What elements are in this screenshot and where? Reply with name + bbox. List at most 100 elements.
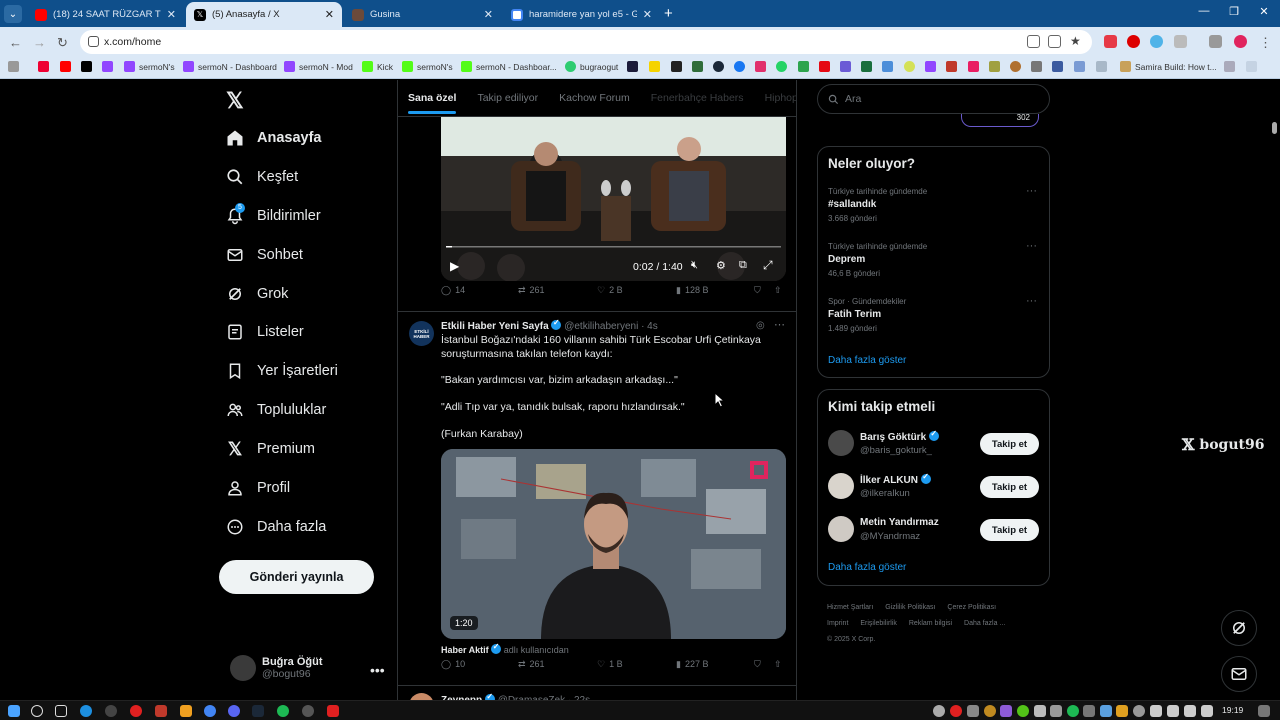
browser-tab-youtube[interactable]: (18) 24 SAAT RÜZGAR TÜRBİNİ ✕ — [27, 2, 184, 27]
chrome-icon[interactable] — [204, 705, 216, 717]
via-attribution[interactable]: Haber Aktif adlı kullanıcıdan — [441, 642, 569, 655]
discord-icon[interactable] — [228, 705, 240, 717]
close-tab-icon[interactable]: ✕ — [167, 8, 176, 21]
avatar[interactable] — [828, 473, 854, 499]
spotify-tray-icon[interactable] — [1067, 705, 1079, 717]
apps-icon[interactable] — [8, 61, 23, 72]
grok-icon[interactable]: ◎ — [756, 320, 765, 331]
show-more-trends-link[interactable]: Daha fazla göster — [828, 355, 906, 366]
search-icon[interactable] — [31, 705, 43, 717]
nav-grok[interactable]: Grok — [222, 277, 288, 311]
messages-fab-button[interactable] — [1221, 656, 1257, 692]
author-handle[interactable]: @etkilihaberyeni — [564, 321, 638, 332]
bookmark-icon[interactable] — [840, 61, 855, 72]
nav-premium[interactable]: 𝕏 Premium — [222, 432, 315, 466]
bookmark-bugraogut[interactable]: bugraogut — [565, 61, 618, 72]
footer-link[interactable]: Imprint — [827, 620, 848, 627]
spotify-icon[interactable] — [277, 705, 289, 717]
tray-app-icon[interactable] — [1017, 705, 1029, 717]
bookmark-icon[interactable] — [925, 61, 940, 72]
bookmark-samira-build[interactable]: Samira Build: How t... — [1120, 61, 1217, 72]
tray-app-icon[interactable] — [1034, 705, 1046, 717]
pip-icon[interactable]: ⧉ — [739, 259, 747, 272]
follow-button[interactable]: Takip et — [980, 433, 1039, 455]
post-button[interactable]: Gönderi yayınla — [219, 560, 374, 594]
whatsapp-bookmark-icon[interactable] — [776, 61, 791, 72]
minimize-button[interactable]: — — [1194, 5, 1214, 17]
language-icon[interactable] — [1201, 705, 1213, 717]
tray-app-icon[interactable] — [1050, 705, 1062, 717]
bookmark-icon[interactable] — [861, 61, 876, 72]
reply-button[interactable]: ◯ 14 — [441, 285, 465, 296]
author-avatar[interactable]: ETKİLİ HABER — [409, 321, 434, 346]
bookmark-icon[interactable] — [1246, 61, 1261, 72]
bookmark-icon[interactable] — [946, 61, 961, 72]
tab-hiphop[interactable]: Hiphop — [765, 92, 796, 104]
puzzle-icon[interactable] — [1174, 35, 1187, 48]
back-icon[interactable]: ← — [9, 35, 22, 50]
footer-link[interactable]: Çerez Politikası — [947, 604, 996, 611]
steam-tray-icon[interactable] — [1083, 705, 1095, 717]
more-icon[interactable]: ··· — [1026, 185, 1037, 197]
show-more-follow-link[interactable]: Daha fazla göster — [828, 562, 906, 573]
tab-for-you[interactable]: Sana özel — [408, 92, 457, 114]
app-icon[interactable] — [180, 705, 192, 717]
x-bookmark-icon[interactable] — [81, 61, 96, 72]
browser-tab-gusina[interactable]: Gusina ✕ — [344, 2, 501, 27]
app-icon[interactable] — [327, 705, 339, 717]
mute-icon[interactable]: 🔇︎ — [691, 259, 698, 272]
notifications-icon[interactable] — [1258, 705, 1270, 717]
star-icon[interactable]: ★ — [1070, 35, 1083, 48]
scrollbar-thumb[interactable] — [1272, 122, 1277, 134]
tray-app-icon[interactable] — [967, 705, 979, 717]
edge-icon[interactable] — [80, 705, 92, 717]
grok-fab-button[interactable] — [1221, 610, 1257, 646]
post-video-player[interactable]: ▶ 0:02 / 1:40 🔇︎ ⚙ ⧉ ⤢ — [441, 116, 786, 281]
bookmark-icon[interactable] — [798, 61, 813, 72]
reply-button[interactable]: ◯ 10 — [441, 659, 465, 670]
profile-icon[interactable] — [1234, 35, 1247, 48]
nav-more[interactable]: Daha fazla — [222, 510, 326, 544]
tab-fenerbahce-habers[interactable]: Fenerbahçe Habers — [651, 92, 744, 104]
via-name[interactable]: Haber Aktif — [441, 645, 489, 655]
install-icon[interactable] — [1048, 35, 1061, 48]
bookmark-icon[interactable] — [1052, 61, 1067, 72]
spaces-card[interactable]: 302 — [961, 114, 1039, 127]
bookmark-icon[interactable] — [989, 61, 1004, 72]
opera-icon[interactable] — [130, 705, 142, 717]
avatar[interactable] — [828, 430, 854, 456]
like-button[interactable]: ♡ 1 B — [597, 659, 623, 670]
folder-icon[interactable] — [1096, 61, 1111, 72]
nav-explore[interactable]: Keşfet — [222, 160, 298, 194]
instagram-bookmark-icon[interactable] — [755, 61, 770, 72]
footer-link[interactable]: Reklam bilgisi — [909, 620, 952, 627]
nav-profile[interactable]: Profil — [222, 471, 290, 505]
tray-app-icon[interactable] — [1116, 705, 1128, 717]
tray-app-icon[interactable] — [1000, 705, 1012, 717]
more-icon[interactable]: ⋯ — [774, 318, 785, 331]
bookmark-icon[interactable] — [671, 61, 686, 72]
nav-notifications[interactable]: 5 Bildirimler — [222, 199, 321, 233]
new-tab-button[interactable]: + — [664, 5, 673, 22]
views-button[interactable]: ▮ 128 B — [676, 285, 708, 296]
nav-communities[interactable]: Topluluklar — [222, 393, 326, 427]
footer-link[interactable]: Daha fazla ... — [964, 620, 1005, 627]
clock[interactable]: 19:19 — [1222, 705, 1243, 715]
steam-icon[interactable] — [252, 705, 264, 717]
close-window-button[interactable]: ✕ — [1254, 5, 1274, 18]
repost-button[interactable]: ⇄ 261 — [518, 285, 545, 296]
bookmark-icon[interactable] — [649, 61, 664, 72]
windows-start-icon[interactable] — [8, 705, 20, 717]
forward-icon[interactable]: → — [33, 35, 46, 50]
x-logo-icon[interactable]: 𝕏 — [226, 88, 244, 114]
search-input[interactable]: Ara — [817, 84, 1050, 114]
tab-kachow-forum[interactable]: Kachow Forum — [559, 92, 630, 104]
opera-extension-icon[interactable] — [1127, 35, 1140, 48]
bookmark-icon[interactable] — [692, 61, 707, 72]
bookmark-sermon-dashboard[interactable]: sermoN - Dashboard — [183, 61, 277, 72]
browser-tab-google[interactable]: haramidere yan yol e5 - Google ✕ — [503, 2, 660, 27]
footer-link[interactable]: Erişilebilirlik — [860, 620, 897, 627]
bookmark-post-button[interactable]: ⛉ — [754, 659, 761, 670]
site-info-icon[interactable] — [88, 36, 99, 47]
tray-app-icon[interactable] — [1133, 705, 1145, 717]
